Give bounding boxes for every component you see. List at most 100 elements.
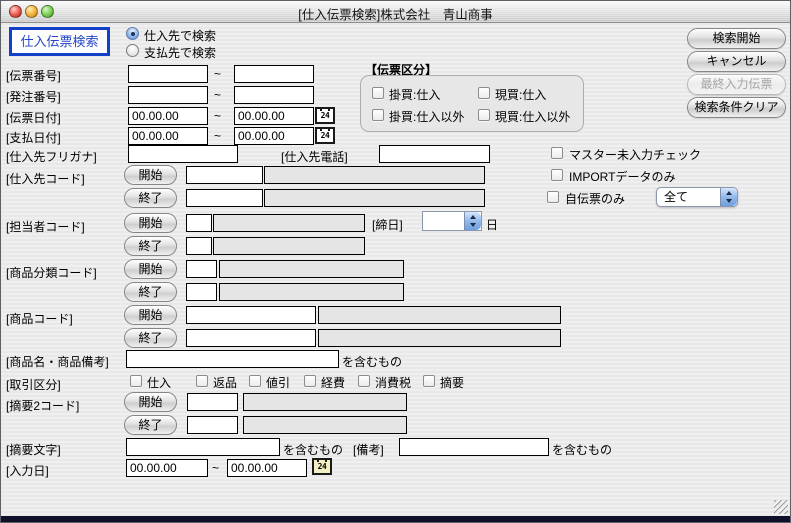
product-code-end-button[interactable]: 終了	[124, 328, 177, 348]
staff-code-start-input[interactable]	[186, 214, 212, 232]
supplier-code-end-button[interactable]: 終了	[124, 188, 177, 208]
calendar-icon-text: 24	[314, 460, 330, 473]
order-number-to-input[interactable]	[234, 86, 314, 104]
dropdown-value: 全て	[664, 190, 688, 204]
dropdown-stepper-icon[interactable]	[720, 188, 737, 206]
staff-code-end-button[interactable]: 終了	[124, 236, 177, 256]
window-bottom-edge	[1, 516, 790, 522]
checkbox-label: 返品	[213, 374, 237, 391]
checkbox-kakegai-other[interactable]	[372, 109, 384, 121]
closing-day-combo[interactable]	[422, 211, 482, 231]
search-start-button[interactable]: 検索開始	[687, 28, 786, 49]
cancel-button[interactable]: キャンセル	[687, 51, 786, 72]
summary2-end-input[interactable]	[187, 416, 238, 434]
supplier-code-start-button[interactable]: 開始	[124, 165, 177, 185]
checkbox-expense[interactable]	[304, 375, 316, 387]
calendar-icon[interactable]: 24	[315, 127, 335, 144]
radio-label-supplier: 仕入先で検索	[144, 27, 216, 44]
summary2-end-button[interactable]: 終了	[124, 415, 177, 435]
checkbox-label: 現買:仕入以外	[495, 108, 570, 125]
checkbox-genkai-shiire[interactable]	[478, 87, 490, 99]
radio-label-payee: 支払先で検索	[144, 44, 216, 61]
calendar-icon[interactable]: 24	[312, 458, 332, 475]
input-date-from-input[interactable]	[126, 459, 208, 477]
checkbox-label: 自伝票のみ	[565, 190, 625, 207]
input-date-to-input[interactable]	[227, 459, 307, 477]
checkbox-genkai-other[interactable]	[478, 109, 490, 121]
checkbox-own-slips-only[interactable]	[547, 191, 559, 203]
range-tilde: ~	[214, 67, 221, 81]
payment-date-to-input[interactable]	[234, 127, 314, 145]
screen-title-badge: 仕入伝票検索	[9, 27, 110, 56]
product-code-start-input[interactable]	[186, 306, 316, 324]
product-category-start-button[interactable]: 開始	[124, 259, 177, 279]
product-category-start-name-display	[219, 260, 404, 278]
radio-search-by-payee[interactable]	[126, 44, 139, 57]
product-category-end-button[interactable]: 終了	[124, 282, 177, 302]
checkbox-discount[interactable]	[249, 375, 261, 387]
product-category-code-label: [商品分類コード]	[6, 264, 97, 281]
supplier-furigana-label: [仕入先フリガナ]	[6, 148, 97, 165]
slip-number-from-input[interactable]	[128, 65, 208, 83]
product-category-start-input[interactable]	[186, 260, 217, 278]
supplier-code-label: [仕入先コード]	[6, 170, 85, 187]
supplier-phone-input[interactable]	[379, 145, 490, 163]
checkbox-label: 掛買:仕入以外	[389, 108, 464, 125]
calendar-icon[interactable]: 24	[315, 107, 335, 124]
product-category-end-input[interactable]	[186, 283, 217, 301]
calendar-icon-text: 24	[317, 129, 333, 142]
title-bar[interactable]: [仕入伝票検索]株式会社 青山商事	[1, 1, 790, 23]
remarks-input[interactable]	[399, 438, 549, 456]
slip-date-from-input[interactable]	[128, 107, 208, 125]
checkbox-label: マスター未入力チェック	[569, 146, 701, 163]
supplier-furigana-input[interactable]	[128, 145, 238, 163]
supplier-code-start-input[interactable]	[186, 166, 263, 184]
staff-code-end-input[interactable]	[186, 237, 212, 255]
contains-label: を含むもの	[552, 441, 612, 458]
window-title: [仕入伝票検索]株式会社 青山商事	[1, 4, 790, 23]
order-number-label: [発注番号]	[6, 88, 61, 105]
summary-text-input[interactable]	[126, 438, 280, 456]
product-code-start-button[interactable]: 開始	[124, 305, 177, 325]
summary2-start-button[interactable]: 開始	[124, 392, 177, 412]
payment-date-from-input[interactable]	[128, 127, 208, 145]
supplier-code-end-input[interactable]	[186, 189, 263, 207]
closing-day-label: [締日]	[372, 216, 403, 233]
checkbox-summary[interactable]	[423, 375, 435, 387]
resize-grip[interactable]	[774, 500, 788, 514]
clear-conditions-button[interactable]: 検索条件クリア	[687, 97, 786, 118]
checkbox-kakegai-shiire[interactable]	[372, 87, 384, 99]
checkbox-master-unentered[interactable]	[551, 147, 563, 159]
supplier-code-start-name-display	[264, 166, 485, 184]
purchase-slip-search-window: [仕入伝票検索]株式会社 青山商事 仕入伝票検索 仕入先で検索 支払先で検索 検…	[0, 0, 791, 523]
checkbox-return[interactable]	[196, 375, 208, 387]
order-number-from-input[interactable]	[128, 86, 208, 104]
staff-code-end-name-display	[213, 237, 365, 255]
supplier-phone-label: [仕入先電話]	[281, 148, 348, 165]
staff-code-label: [担当者コード]	[6, 218, 85, 235]
checkbox-tax[interactable]	[358, 375, 370, 387]
slip-number-label: [伝票番号]	[6, 67, 61, 84]
own-slip-filter-dropdown[interactable]: 全て	[656, 187, 738, 207]
last-input-slip-button: 最終入力伝票	[687, 74, 786, 95]
slip-date-to-input[interactable]	[234, 107, 314, 125]
summary2-start-input[interactable]	[187, 393, 238, 411]
product-category-end-name-display	[219, 283, 404, 301]
supplier-code-end-name-display	[264, 189, 485, 207]
slip-date-label: [伝票日付]	[6, 109, 61, 126]
checkbox-purchase[interactable]	[130, 375, 142, 387]
staff-code-start-name-display	[213, 214, 365, 232]
range-tilde: ~	[214, 88, 221, 102]
range-tilde: ~	[214, 129, 221, 143]
contains-label: を含むもの	[342, 353, 402, 370]
product-name-input[interactable]	[126, 350, 339, 368]
slip-number-to-input[interactable]	[234, 65, 314, 83]
closing-day-stepper-icon[interactable]	[464, 212, 481, 230]
radio-search-by-supplier[interactable]	[126, 27, 139, 40]
input-date-label: [入力日]	[6, 462, 49, 479]
staff-code-start-button[interactable]: 開始	[124, 213, 177, 233]
product-code-end-input[interactable]	[186, 329, 316, 347]
contains-label: を含むもの	[283, 441, 343, 458]
checkbox-import-only[interactable]	[551, 169, 563, 181]
checkbox-label: 仕入	[147, 374, 171, 391]
